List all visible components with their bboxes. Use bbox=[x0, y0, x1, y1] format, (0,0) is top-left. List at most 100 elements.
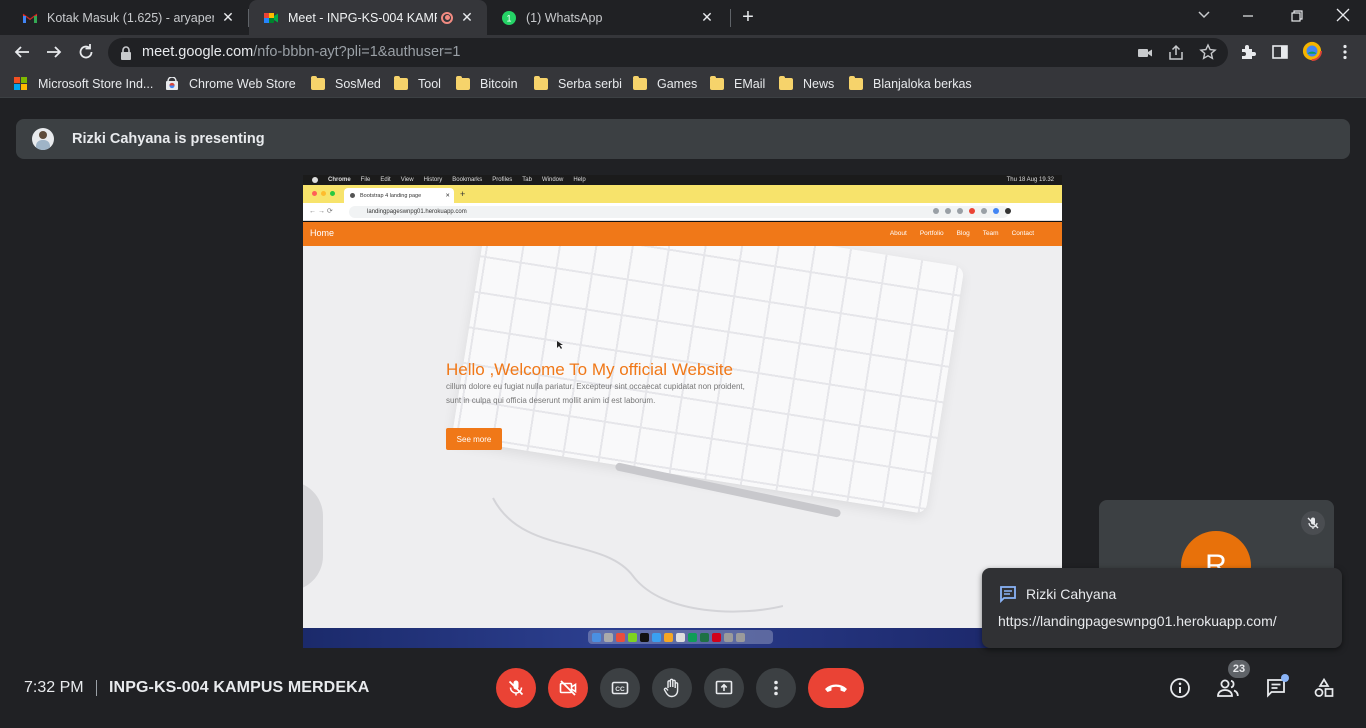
url-host: meet.google.com bbox=[142, 44, 254, 60]
tab-whatsapp[interactable]: 1 (1) WhatsApp ✕ bbox=[487, 0, 727, 35]
chat-message-toast[interactable]: Rizki Cahyana https://landingpageswnpg01… bbox=[982, 568, 1342, 648]
folder-icon bbox=[633, 76, 647, 90]
raise-hand-button[interactable] bbox=[652, 668, 692, 708]
meeting-name: INPG-KS-004 KAMPUS MERDEKA bbox=[109, 679, 370, 696]
traffic-light-close-icon bbox=[312, 191, 317, 196]
inner-tab-title: Bootstrap 4 landing page bbox=[360, 192, 422, 199]
inner-tab-strip: Bootstrap 4 landing page ✕ + bbox=[303, 185, 1062, 203]
bookmarks-bar: Microsoft Store Ind... Chrome Web Store … bbox=[0, 70, 1366, 98]
tab-separator bbox=[730, 9, 731, 27]
bookmark-folder-bitcoin[interactable]: Bitcoin bbox=[456, 74, 518, 94]
bookmark-folder-sosmed[interactable]: SosMed bbox=[311, 74, 381, 94]
mac-menu-item: Help bbox=[573, 177, 586, 183]
lock-icon[interactable] bbox=[120, 46, 132, 60]
inner-tab: Bootstrap 4 landing page ✕ bbox=[344, 188, 454, 203]
browser-tab-strip: Kotak Masuk (1.625) - aryaperma ✕ Meet -… bbox=[0, 0, 1366, 35]
restore-icon[interactable] bbox=[1289, 8, 1305, 24]
site-nav-contact: Contact bbox=[1011, 230, 1034, 237]
profile-avatar-icon[interactable] bbox=[1302, 41, 1322, 61]
chat-unread-dot bbox=[1281, 674, 1289, 682]
inner-url: landingpageswnpg01.herokuapp.com bbox=[367, 209, 467, 215]
bookmark-folder-serba-serbi[interactable]: Serba serbi bbox=[534, 74, 622, 94]
bookmark-folder-games[interactable]: Games bbox=[633, 74, 697, 94]
bookmark-folder-news[interactable]: News bbox=[779, 74, 834, 94]
tab-title: Meet - INPG-KS-004 KAMPU bbox=[288, 10, 437, 25]
camera-in-use-icon[interactable] bbox=[1136, 44, 1154, 62]
url-path: /nfo-bbbn-ayt?pli=1&authuser=1 bbox=[253, 44, 461, 60]
inner-new-tab-icon: + bbox=[460, 189, 466, 199]
tab-search-chevron-icon[interactable] bbox=[1196, 6, 1212, 22]
new-tab-icon[interactable]: + bbox=[738, 7, 758, 27]
inner-tab-favicon-icon bbox=[350, 193, 355, 198]
chat-message-link[interactable]: https://landingpageswnpg01.herokuapp.com… bbox=[998, 613, 1277, 629]
inner-tab-close-icon: ✕ bbox=[445, 192, 450, 199]
mac-menu-bar: Chrome File Edit View History Bookmarks … bbox=[303, 175, 1062, 185]
mac-menu-item: Tab bbox=[522, 177, 532, 183]
meeting-time: 7:32 PM bbox=[24, 679, 84, 696]
bookmark-label: Tool bbox=[418, 77, 441, 91]
participants-count-badge: 23 bbox=[1228, 660, 1250, 678]
closed-captions-icon: CC bbox=[610, 678, 630, 698]
presenting-banner: Rizki Cahyana is presenting bbox=[16, 119, 1350, 159]
present-screen-button[interactable] bbox=[704, 668, 744, 708]
earphones-image bbox=[492, 497, 783, 613]
hero-see-more-button: See more bbox=[446, 428, 502, 450]
chrome-menu-icon[interactable] bbox=[1335, 42, 1355, 62]
hero-title: Hello ,Welcome To My official Website bbox=[446, 360, 733, 379]
close-icon[interactable]: ✕ bbox=[459, 9, 475, 26]
chat-sender: Rizki Cahyana bbox=[1026, 586, 1117, 602]
site-home-link: Home bbox=[310, 228, 335, 238]
minimize-icon[interactable] bbox=[1240, 8, 1256, 24]
more-vert-icon bbox=[766, 678, 786, 698]
presenter-avatar bbox=[32, 128, 54, 150]
shared-screen: Chrome File Edit View History Bookmarks … bbox=[303, 175, 1062, 648]
back-icon[interactable] bbox=[12, 42, 32, 62]
leave-call-button[interactable] bbox=[808, 668, 864, 708]
more-options-button[interactable] bbox=[756, 668, 796, 708]
tab-meet[interactable]: Meet - INPG-KS-004 KAMPU ✕ bbox=[249, 0, 487, 35]
meeting-details-button[interactable] bbox=[1168, 676, 1192, 700]
bookmark-folder-blanjaloka[interactable]: Blanjaloka berkas bbox=[849, 74, 972, 94]
mac-menu-item: Profiles bbox=[492, 177, 513, 183]
participants-button[interactable] bbox=[1216, 676, 1240, 700]
self-mic-off-icon bbox=[1301, 511, 1325, 535]
share-icon[interactable] bbox=[1167, 44, 1185, 62]
inner-nav-icons: ← → ⟳ bbox=[309, 208, 333, 215]
extensions-icon[interactable] bbox=[1238, 42, 1258, 62]
bookmark-label: Serba serbi bbox=[558, 77, 622, 91]
svg-text:1: 1 bbox=[506, 13, 511, 23]
mouse-cursor-icon bbox=[557, 341, 563, 349]
inner-address-bar: ← → ⟳ landingpageswnpg01.herokuapp.com bbox=[303, 203, 1062, 221]
raise-hand-icon bbox=[661, 677, 683, 699]
activities-button[interactable] bbox=[1312, 676, 1336, 700]
bookmark-label: Chrome Web Store bbox=[189, 77, 296, 91]
close-icon[interactable]: ✕ bbox=[220, 9, 236, 26]
tab-gmail[interactable]: Kotak Masuk (1.625) - aryaperma ✕ bbox=[8, 0, 248, 35]
call-end-icon bbox=[823, 681, 849, 695]
microsoft-icon bbox=[14, 77, 28, 91]
mac-dock bbox=[588, 630, 773, 644]
reload-icon[interactable] bbox=[76, 42, 96, 62]
mac-menu-item: Edit bbox=[380, 177, 391, 183]
camera-toggle-button[interactable] bbox=[548, 668, 588, 708]
traffic-light-zoom-icon bbox=[330, 191, 335, 196]
mic-toggle-button[interactable] bbox=[496, 668, 536, 708]
address-bar[interactable]: meet.google.com/nfo-bbbn-ayt?pli=1&authu… bbox=[108, 38, 1228, 67]
close-icon[interactable]: ✕ bbox=[699, 9, 715, 26]
bookmark-microsoft-store[interactable]: Microsoft Store Ind... bbox=[14, 74, 153, 94]
bookmark-folder-email[interactable]: EMail bbox=[710, 74, 765, 94]
bookmark-star-icon[interactable] bbox=[1199, 43, 1217, 61]
forward-icon[interactable] bbox=[44, 42, 64, 62]
bookmark-label: EMail bbox=[734, 77, 766, 91]
side-panel-icon[interactable] bbox=[1270, 42, 1290, 62]
site-nav-blog: Blog bbox=[956, 230, 970, 237]
bookmark-folder-tool[interactable]: Tool bbox=[394, 74, 441, 94]
close-window-icon[interactable] bbox=[1334, 6, 1352, 24]
folder-icon bbox=[534, 76, 548, 90]
mac-dock-area bbox=[303, 628, 1062, 648]
svg-text:CC: CC bbox=[615, 686, 625, 693]
bookmark-chrome-web-store[interactable]: Chrome Web Store bbox=[165, 74, 296, 94]
site-navbar: Home About Portfolio Blog Team Contact bbox=[303, 222, 1062, 246]
apple-icon bbox=[312, 177, 318, 183]
captions-button[interactable]: CC bbox=[600, 668, 640, 708]
